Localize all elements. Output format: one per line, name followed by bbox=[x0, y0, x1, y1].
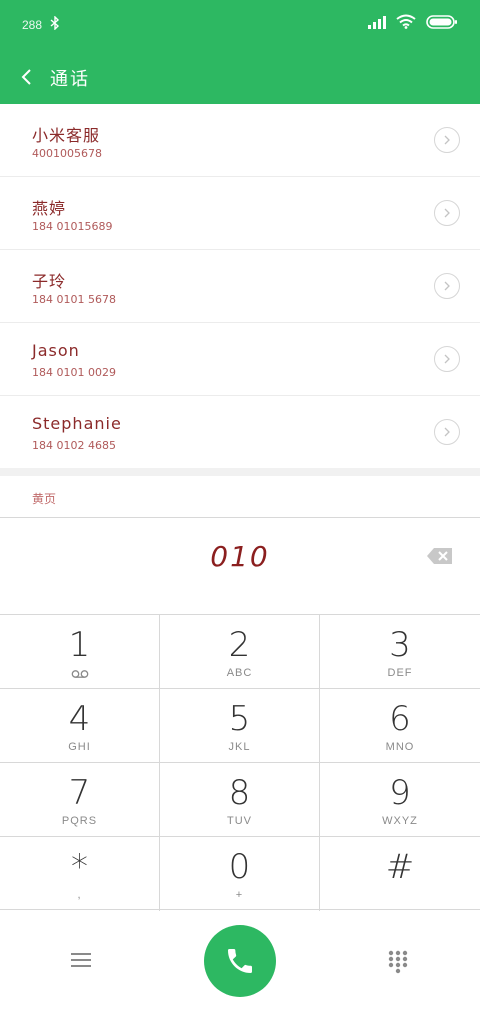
key-0[interactable]: 0 + bbox=[160, 837, 320, 911]
backspace-icon bbox=[427, 548, 452, 564]
key-digit: 7 bbox=[68, 773, 91, 813]
key-digit: 8 bbox=[228, 773, 251, 813]
key-digit: 6 bbox=[389, 699, 411, 739]
key-digit: 0 bbox=[228, 847, 251, 887]
key-letters: WXYZ bbox=[382, 815, 418, 827]
key-8[interactable]: 8 TUV bbox=[160, 763, 320, 837]
list-divider bbox=[0, 468, 480, 476]
key-digit: * bbox=[71, 847, 88, 887]
key-9[interactable]: 9 WXYZ bbox=[320, 763, 480, 837]
dial-keypad: 1 2 ABC 3 DEF 4 GHI 5 JKL 6 MNO 7 PQRS 8… bbox=[0, 614, 480, 911]
bottom-bar bbox=[0, 910, 480, 1013]
key-1[interactable]: 1 bbox=[0, 615, 160, 689]
key-letters: DEF bbox=[387, 667, 413, 679]
contact-name: 燕婷 bbox=[32, 199, 67, 218]
app-header: 288 通话 bbox=[0, 0, 480, 104]
key-digit: 5 bbox=[228, 699, 251, 739]
status-left: 288 bbox=[22, 15, 60, 33]
back-button[interactable] bbox=[14, 62, 38, 92]
contact-item[interactable]: Jason 184 0101 0029 bbox=[0, 323, 480, 396]
contact-list: 小米客服 4001005678 燕婷 184 01015689 子玲 184 0… bbox=[0, 104, 480, 469]
chevron-right-icon bbox=[444, 281, 450, 291]
keypad-toggle-button[interactable] bbox=[388, 950, 408, 974]
key-letters: , bbox=[77, 889, 82, 901]
chevron-right-icon bbox=[444, 208, 450, 218]
chevron-left-icon bbox=[21, 69, 31, 85]
key-letters: MNO bbox=[385, 741, 415, 753]
contact-detail-button[interactable] bbox=[434, 419, 460, 445]
chevron-right-icon bbox=[444, 427, 450, 437]
key-digit: 1 bbox=[68, 625, 91, 665]
status-bar: 288 bbox=[0, 0, 480, 52]
contact-number: 184 0101 5678 bbox=[32, 293, 116, 306]
menu-icon bbox=[71, 953, 91, 967]
key-letters: JKL bbox=[228, 741, 251, 753]
contact-number: 184 01015689 bbox=[32, 220, 113, 233]
key-digit: 9 bbox=[389, 773, 411, 813]
key-letters: TUV bbox=[227, 815, 252, 827]
yellow-pages-label[interactable]: 黄页 bbox=[32, 490, 56, 507]
contact-detail-button[interactable] bbox=[434, 273, 460, 299]
key-digit: 3 bbox=[389, 625, 411, 665]
contact-detail-button[interactable] bbox=[434, 346, 460, 372]
contact-item[interactable]: Stephanie 184 0102 4685 bbox=[0, 396, 480, 469]
key-digit: 4 bbox=[68, 699, 91, 739]
key-star[interactable]: * , bbox=[0, 837, 160, 911]
contact-item[interactable]: 子玲 184 0101 5678 bbox=[0, 250, 480, 323]
key-7[interactable]: 7 PQRS bbox=[0, 763, 160, 837]
contact-number: 184 0101 0029 bbox=[32, 366, 116, 379]
contact-name: Stephanie bbox=[32, 414, 122, 433]
contact-item[interactable]: 小米客服 4001005678 bbox=[0, 104, 480, 177]
key-digit: # bbox=[385, 847, 415, 887]
contact-detail-button[interactable] bbox=[434, 200, 460, 226]
key-2[interactable]: 2 ABC bbox=[160, 615, 320, 689]
key-digit: 2 bbox=[228, 625, 251, 665]
key-letters: ABC bbox=[226, 667, 253, 679]
battery-icon bbox=[426, 14, 458, 33]
dialed-number: 010 bbox=[210, 540, 270, 573]
key-3[interactable]: 3 DEF bbox=[320, 615, 480, 689]
page-title: 通话 bbox=[50, 69, 90, 90]
key-4[interactable]: 4 GHI bbox=[0, 689, 160, 763]
status-right bbox=[368, 14, 458, 33]
contact-number: 184 0102 4685 bbox=[32, 439, 116, 452]
contact-name: 子玲 bbox=[32, 272, 67, 291]
contact-item[interactable]: 燕婷 184 01015689 bbox=[0, 177, 480, 250]
dialpad-icon bbox=[388, 950, 408, 974]
menu-button[interactable] bbox=[70, 950, 92, 970]
key-hash[interactable]: # bbox=[320, 837, 480, 911]
contact-name: Jason bbox=[32, 341, 80, 360]
wifi-icon bbox=[396, 14, 416, 33]
key-6[interactable]: 6 MNO bbox=[320, 689, 480, 763]
key-letters: PQRS bbox=[61, 815, 98, 827]
backspace-button[interactable] bbox=[426, 546, 454, 566]
key-letters: + bbox=[235, 889, 244, 901]
voicemail-icon bbox=[71, 670, 88, 678]
contact-detail-button[interactable] bbox=[434, 127, 460, 153]
key-5[interactable]: 5 JKL bbox=[160, 689, 320, 763]
network-speed: 288 bbox=[22, 17, 43, 32]
chevron-right-icon bbox=[444, 135, 450, 145]
bluetooth-icon bbox=[50, 15, 60, 33]
phone-icon bbox=[228, 949, 252, 973]
contact-number: 4001005678 bbox=[32, 147, 102, 160]
dial-display: 010 bbox=[0, 518, 480, 614]
contact-name: 小米客服 bbox=[32, 126, 101, 145]
call-button[interactable] bbox=[204, 925, 276, 997]
signal-icon bbox=[368, 14, 386, 33]
chevron-right-icon bbox=[444, 354, 450, 364]
key-letters: GHI bbox=[68, 741, 91, 753]
nav-bar: 通话 bbox=[0, 52, 480, 104]
